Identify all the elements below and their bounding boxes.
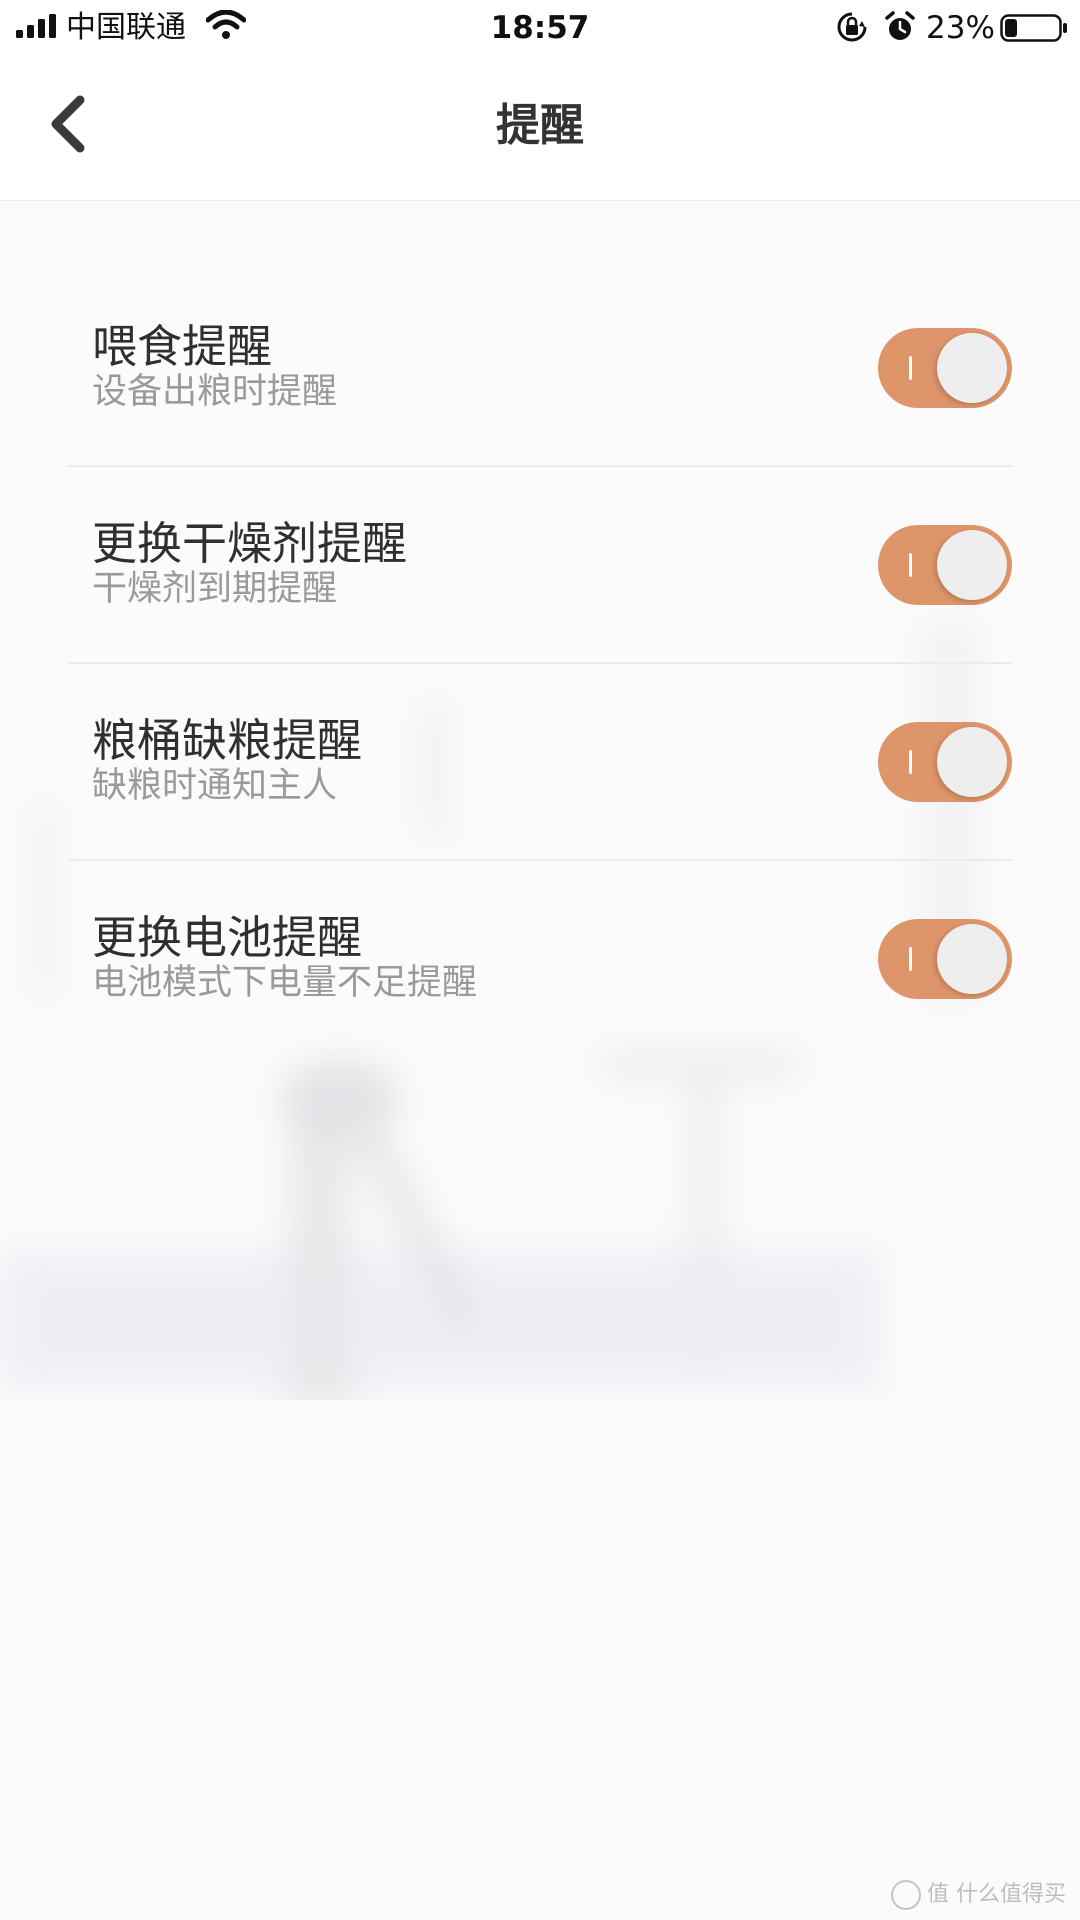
toggle-knob <box>937 530 1007 600</box>
list-item-title: 更换干燥剂提醒 <box>92 517 408 570</box>
battery-reminder-toggle[interactable] <box>878 919 1012 999</box>
list-item-subtitle: 设备出粮时提醒 <box>92 372 338 412</box>
list-item-subtitle: 缺粮时通知主人 <box>92 766 338 806</box>
list-item-low-food-reminder: 粮桶缺粮提醒 缺粮时通知主人 <box>68 664 1012 861</box>
battery-icon <box>1000 14 1067 42</box>
toggle-on-indicator <box>909 750 912 774</box>
watermark-text: 值 什么值得买 <box>927 1882 1066 1907</box>
list-item-battery-reminder: 更换电池提醒 电池模式下电量不足提醒 <box>68 861 1012 1056</box>
list-item-subtitle: 干燥剂到期提醒 <box>92 569 338 609</box>
list-item-title: 更换电池提醒 <box>92 911 363 964</box>
list-item-desiccant-reminder: 更换干燥剂提醒 干燥剂到期提醒 <box>68 467 1012 664</box>
toggle-on-indicator <box>909 356 912 380</box>
watermark-logo-icon <box>891 1880 921 1910</box>
navigation-bar: 提醒 <box>0 54 1080 201</box>
desiccant-reminder-toggle[interactable] <box>878 525 1012 605</box>
toggle-on-indicator <box>909 553 912 577</box>
toggle-knob <box>937 333 1007 403</box>
list-item-title: 喂食提醒 <box>92 320 273 373</box>
page-title: 提醒 <box>496 100 584 151</box>
status-time: 18:57 <box>490 10 590 46</box>
toggle-knob <box>937 727 1007 797</box>
orientation-lock-icon <box>837 12 867 42</box>
status-bar: 中国联通 18:57 23% <box>0 0 1080 54</box>
toggle-knob <box>937 924 1007 994</box>
watermark: 值 什么值得买 <box>891 1880 1066 1910</box>
list-item-subtitle: 电池模式下电量不足提醒 <box>92 963 478 1003</box>
list-item-title: 粮桶缺粮提醒 <box>92 714 363 767</box>
low-food-reminder-toggle[interactable] <box>878 722 1012 802</box>
feeding-reminder-toggle[interactable] <box>878 328 1012 408</box>
toggle-on-indicator <box>909 947 912 971</box>
battery-percent: 23% <box>926 10 995 46</box>
reminder-list: 喂食提醒 设备出粮时提醒 更换干燥剂提醒 干燥剂到期提醒 粮桶缺粮提醒 缺粮时通… <box>68 270 1012 1056</box>
alarm-icon <box>885 11 915 40</box>
list-item-feeding-reminder: 喂食提醒 设备出粮时提醒 <box>68 270 1012 467</box>
